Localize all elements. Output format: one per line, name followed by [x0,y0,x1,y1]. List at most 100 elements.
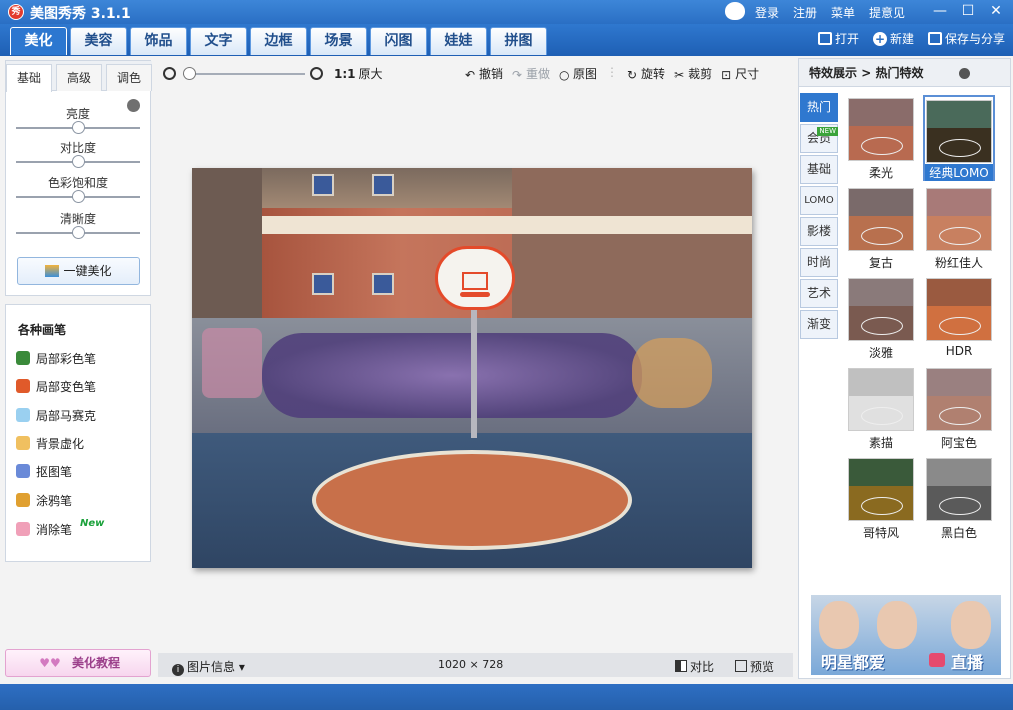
tab-0[interactable]: 美化 [10,27,67,55]
brush-item[interactable]: 局部彩色笔 [16,348,96,368]
slider-knob[interactable] [72,226,85,239]
effect-thumbnail[interactable]: 素描 [845,365,917,451]
one-key-beautify-button[interactable]: 一键美化 [17,257,140,285]
info-icon: i [172,664,184,676]
zoom-out-icon[interactable] [163,67,176,80]
login-link[interactable]: 登录 [755,4,779,21]
feedback-link[interactable]: 提意见 [869,4,905,21]
save-share-button[interactable]: 保存与分享 [927,30,1005,47]
photo-backboard-square [462,272,488,290]
adjust-tab-0[interactable]: 基础 [6,64,52,92]
slider-row: 对比度 [16,139,140,168]
brush-item[interactable]: 消除笔 New [16,518,104,539]
doodle-icon [16,493,30,507]
tab-2[interactable]: 饰品 [130,27,187,55]
register-link[interactable]: 注册 [793,4,817,21]
rotate-button[interactable]: ↻ 旋转 [627,65,665,82]
minimize-button[interactable]: — [931,1,949,21]
undo-label: 撤销 [479,67,504,81]
redo-button[interactable]: ↷ 重做 [512,65,550,82]
effect-thumbnail[interactable]: 复古 [845,185,917,271]
preview-button[interactable]: 预览 [735,658,774,675]
effect-preview-court [861,227,903,245]
brush-label: 涂鸦笔 [36,493,73,508]
effect-label: 淡雅 [868,346,893,360]
photo-court-key [312,450,632,550]
adjust-tab-2[interactable]: 调色 [106,64,152,91]
top-links: 登录 注册 菜单 提意见 [755,4,905,21]
zoom-slider[interactable] [183,73,305,75]
effect-thumbnail[interactable]: 哥特风 [845,455,917,541]
tab-1[interactable]: 美容 [70,27,127,55]
photo-window [312,273,334,295]
effect-thumbnail[interactable]: 粉红佳人 [923,185,995,271]
category-tab[interactable]: 会员 NEW [800,124,838,153]
effect-thumbnail[interactable]: 阿宝色 [923,365,995,451]
maximize-button[interactable]: ☐ [959,1,977,21]
tab-6[interactable]: 闪图 [370,27,427,55]
effect-thumbnail[interactable]: 淡雅 [845,275,917,361]
original-image-button[interactable]: ○ 原图 [559,65,597,82]
category-tab[interactable]: 渐变 [800,310,838,339]
category-tab[interactable]: LOMO [800,186,838,215]
main-tabs: 美化 美容 饰品 文字 边框 场景 闪图 娃娃 拼图 [10,27,547,55]
resize-button[interactable]: ⊡ 尺寸 [721,65,759,82]
folder-icon [817,32,832,45]
zoom-slider-knob[interactable] [183,67,196,80]
slider-track[interactable] [16,155,140,168]
ad-banner[interactable]: 明星都爱 直播 [811,595,1001,675]
tab-7[interactable]: 娃娃 [430,27,487,55]
slider-knob[interactable] [72,121,85,134]
tab-4[interactable]: 边框 [250,27,307,55]
photo-window [372,273,394,295]
image-info-button[interactable]: i 图片信息 ▾ [172,658,245,676]
category-tab[interactable]: 艺术 [800,279,838,308]
brush-item[interactable]: 抠图笔 [16,461,72,481]
preview-icon [735,660,747,672]
toolbar-divider: ⋮ [606,65,619,79]
open-button[interactable]: 打开 [817,30,859,47]
tutorial-button[interactable]: ♥♥ 美化教程 [5,649,151,677]
blur-icon [16,436,30,450]
category-tab[interactable]: 影楼 [800,217,838,246]
mascot-icon[interactable] [725,2,745,20]
effect-thumbnail[interactable]: 黑白色 [923,455,995,541]
app-logo: 秀 [8,4,24,20]
slider-knob[interactable] [72,190,85,203]
effect-thumbnail[interactable]: 柔光 [845,95,917,181]
ad-text: 明星都爱 [821,653,886,672]
brush-item[interactable]: 涂鸦笔 [16,490,72,510]
photo-hoop-pole [471,308,477,438]
tab-3[interactable]: 文字 [190,27,247,55]
slider-track[interactable] [16,226,140,239]
category-tab[interactable]: 基础 [800,155,838,184]
effects-panel: 特效展示 > 热门特效 热门 会员 NEW 基础 LOMO 影楼 时尚 艺术 渐变 柔光 经典LO… [798,58,1011,679]
chevron-down-icon[interactable] [959,68,970,79]
original-size-button[interactable]: 1:1 原大 [334,65,383,82]
slider-track[interactable] [16,190,140,203]
crop-button[interactable]: ✂ 裁剪 [674,65,712,82]
close-button[interactable]: ✕ [987,1,1005,21]
photo-canvas[interactable] [192,168,752,568]
effect-preview-court [861,137,903,155]
brush-item[interactable]: 局部马赛克 [16,405,96,425]
photo-hoop [460,292,490,297]
adjust-tab-1[interactable]: 高级 [56,64,102,91]
new-button[interactable]: + 新建 [872,30,914,47]
category-tab[interactable]: 热门 [800,93,838,122]
effect-thumbnail[interactable]: 经典LOMO [923,95,995,181]
slider-knob[interactable] [72,155,85,168]
brush-item[interactable]: 背景虚化 [16,433,84,453]
color-brush-icon [16,351,30,365]
undo-button[interactable]: ↶ 撤销 [465,65,503,82]
slider-track[interactable] [16,121,140,134]
brush-item[interactable]: 局部变色笔 [16,376,96,396]
tab-5[interactable]: 场景 [310,27,367,55]
zoom-in-icon[interactable] [310,67,323,80]
effect-thumbnail[interactable]: HDR [923,275,995,361]
category-tab[interactable]: 时尚 [800,248,838,277]
compare-button[interactable]: 对比 [675,658,714,675]
tab-8[interactable]: 拼图 [490,27,547,55]
effect-preview [926,458,992,521]
menu-link[interactable]: 菜单 [831,4,855,21]
